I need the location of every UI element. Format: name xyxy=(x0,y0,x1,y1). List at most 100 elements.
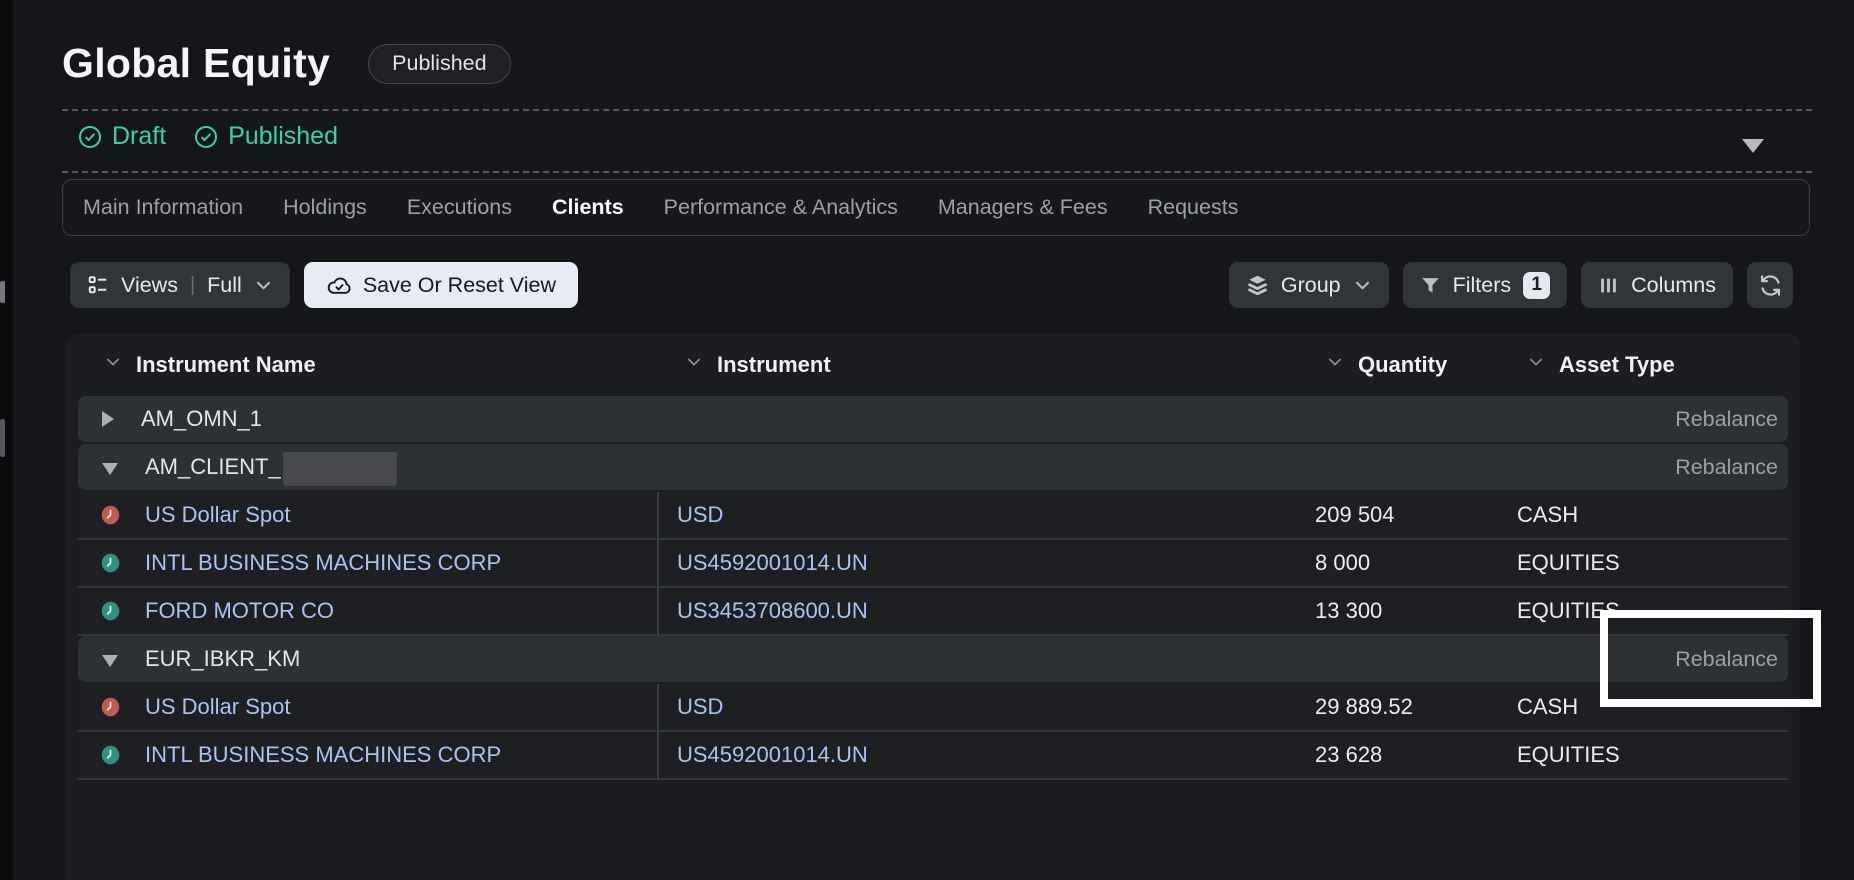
chevron-down-icon[interactable] xyxy=(1527,353,1545,376)
group-row-eur-ibkr-km[interactable]: EUR_IBKR_KMRebalance xyxy=(78,636,1788,682)
redaction-overlay xyxy=(283,452,397,486)
column-header-instrument-name[interactable]: Instrument Name xyxy=(78,352,659,378)
instrument-name-cell: INTL BUSINESS MACHINES CORP xyxy=(78,732,659,778)
asset-type-cell: CASH xyxy=(1505,492,1788,538)
asset-type-value: CASH xyxy=(1517,502,1578,528)
group-label: Group xyxy=(1281,273,1341,298)
instrument-name-link[interactable]: INTL BUSINESS MACHINES CORP xyxy=(145,550,501,576)
holding-row: US Dollar Spot USD 209 504 CASH xyxy=(78,492,1788,540)
workflow-status-row: Draft Published xyxy=(78,122,338,151)
quantity-value: 29 889.52 xyxy=(1315,694,1413,720)
tab-executions[interactable]: Executions xyxy=(407,195,512,220)
rebalance-button[interactable]: Rebalance xyxy=(1675,455,1778,480)
tab-holdings[interactable]: Holdings xyxy=(283,195,367,220)
chevron-down-icon[interactable] xyxy=(1326,353,1344,376)
portfolio-screen: Global Equity Published Draft Published … xyxy=(0,0,1854,880)
columns-label: Columns xyxy=(1631,273,1716,298)
quantity-value: 209 504 xyxy=(1315,502,1395,528)
instrument-code-cell: USD xyxy=(659,684,1300,730)
chevron-down-icon xyxy=(1353,276,1372,295)
collapse-caret-icon[interactable] xyxy=(1742,139,1764,153)
divider xyxy=(62,171,1812,173)
status-badge: Published xyxy=(368,44,510,84)
instrument-name-link[interactable]: FORD MOTOR CO xyxy=(145,598,334,624)
views-button[interactable]: Views | Full xyxy=(70,262,290,308)
edge-fragment xyxy=(0,419,5,457)
clock-icon xyxy=(100,600,121,622)
instrument-code-link[interactable]: US4592001014.UN xyxy=(677,742,868,768)
instrument-code-cell: US4592001014.UN xyxy=(659,540,1300,586)
instrument-name-link[interactable]: US Dollar Spot xyxy=(145,694,291,720)
quantity-value: 13 300 xyxy=(1315,598,1382,624)
group-name: AM_OMN_1 xyxy=(141,406,262,432)
filters-button[interactable]: Filters 1 xyxy=(1403,262,1568,308)
column-header-asset-type[interactable]: Asset Type xyxy=(1505,352,1788,378)
toolbar: Views | Full Save Or Reset View Group Fi… xyxy=(70,262,1793,308)
group-button[interactable]: Group xyxy=(1229,262,1389,308)
expand-toggle-icon[interactable] xyxy=(102,411,114,427)
chevron-down-icon[interactable] xyxy=(685,353,703,376)
group-name: AM_CLIENT_ xyxy=(145,454,281,480)
tab-main-information[interactable]: Main Information xyxy=(83,195,243,220)
rebalance-button[interactable]: Rebalance xyxy=(1675,407,1778,432)
quantity-cell: 23 628 xyxy=(1300,732,1505,778)
workflow-step-label: Published xyxy=(228,122,338,151)
clock-icon xyxy=(100,552,121,574)
clock-icon xyxy=(100,696,121,718)
filters-label: Filters xyxy=(1453,273,1512,298)
group-row-am-omn-1[interactable]: AM_OMN_1 Rebalance xyxy=(78,396,1788,442)
tab-managers-fees[interactable]: Managers & Fees xyxy=(938,195,1108,220)
check-circle-icon xyxy=(78,125,102,149)
collapse-toggle-icon[interactable] xyxy=(102,655,118,667)
left-edge-strip xyxy=(0,0,13,880)
instrument-name-link[interactable]: INTL BUSINESS MACHINES CORP xyxy=(145,742,501,768)
column-header-quantity[interactable]: Quantity xyxy=(1300,352,1505,378)
column-header-label: Instrument xyxy=(717,352,831,378)
tab-clients[interactable]: Clients xyxy=(552,195,624,220)
refresh-button[interactable] xyxy=(1747,262,1793,308)
column-header-instrument[interactable]: Instrument xyxy=(659,352,1300,378)
views-mode: Full xyxy=(207,273,242,298)
quantity-value: 8 000 xyxy=(1315,550,1370,576)
highlight-annotation-box xyxy=(1600,610,1821,707)
column-header-label: Asset Type xyxy=(1559,352,1675,378)
quantity-cell: 209 504 xyxy=(1300,492,1505,538)
chevron-down-icon[interactable] xyxy=(104,353,122,376)
chevron-down-icon xyxy=(254,276,273,295)
asset-type-value: EQUITIES xyxy=(1517,550,1620,576)
instrument-code-cell: US4592001014.UN xyxy=(659,732,1300,778)
quantity-cell: 8 000 xyxy=(1300,540,1505,586)
views-label: Views xyxy=(121,273,178,298)
filters-count-badge: 1 xyxy=(1523,272,1550,299)
columns-icon xyxy=(1598,275,1619,296)
holding-row: INTL BUSINESS MACHINES CORP US4592001014.… xyxy=(78,732,1788,780)
workflow-step-published[interactable]: Published xyxy=(194,122,338,151)
instrument-name-cell: US Dollar Spot xyxy=(78,684,659,730)
edge-fragment xyxy=(0,281,5,303)
table-header-row: Instrument Name Instrument Quantity Asset T… xyxy=(78,333,1788,396)
clock-icon xyxy=(100,744,121,766)
instrument-code-link[interactable]: USD xyxy=(677,502,723,528)
workflow-step-label: Draft xyxy=(112,122,166,151)
save-label: Save Or Reset View xyxy=(363,273,556,298)
instrument-code-link[interactable]: US4592001014.UN xyxy=(677,550,868,576)
refresh-icon xyxy=(1758,273,1783,298)
quantity-value: 23 628 xyxy=(1315,742,1382,768)
instrument-name-cell: US Dollar Spot xyxy=(78,492,659,538)
save-or-reset-view-button[interactable]: Save Or Reset View xyxy=(304,262,578,308)
clock-icon xyxy=(100,504,121,526)
quantity-cell: 29 889.52 xyxy=(1300,684,1505,730)
instrument-name-link[interactable]: US Dollar Spot xyxy=(145,502,291,528)
collapse-toggle-icon[interactable] xyxy=(102,463,118,475)
workflow-step-draft[interactable]: Draft xyxy=(78,122,166,151)
tab-requests[interactable]: Requests xyxy=(1148,195,1239,220)
instrument-code-cell: USD xyxy=(659,492,1300,538)
instrument-name-cell: FORD MOTOR CO xyxy=(78,588,659,634)
instrument-code-link[interactable]: USD xyxy=(677,694,723,720)
tab-performance-analytics[interactable]: Performance & Analytics xyxy=(664,195,898,220)
instrument-code-link[interactable]: US3453708600.UN xyxy=(677,598,868,624)
holding-row: FORD MOTOR COUS3453708600.UN13 300EQUITI… xyxy=(78,588,1788,636)
columns-button[interactable]: Columns xyxy=(1581,262,1733,308)
list-view-icon xyxy=(87,274,109,296)
asset-type-value: EQUITIES xyxy=(1517,742,1620,768)
